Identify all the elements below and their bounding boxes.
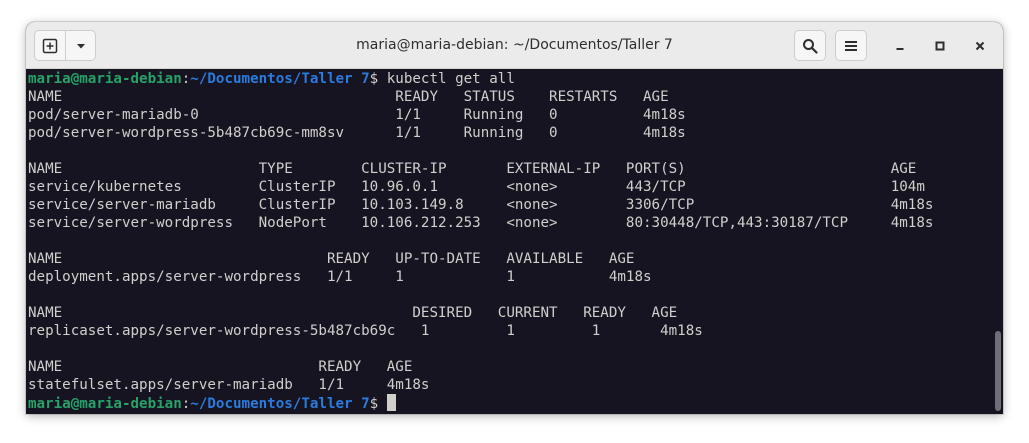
prompt-line: maria@maria-debian:~/Documentos/Taller 7… xyxy=(28,394,396,412)
output-line: service/server-mariadb ClusterIP 10.103.… xyxy=(28,197,934,213)
minimize-button[interactable] xyxy=(888,34,912,58)
prompt-separator: : xyxy=(181,396,191,412)
search-button[interactable] xyxy=(794,30,826,61)
main-menu-button[interactable] xyxy=(835,30,867,61)
text-cursor xyxy=(386,394,396,411)
scrollbar-thumb[interactable] xyxy=(995,331,1001,411)
terminal-window: maria@maria-debian: ~/Documentos/Taller … xyxy=(26,22,1003,414)
tab-button-group xyxy=(34,30,96,61)
output-line: deployment.apps/server-wordpress 1/1 1 1… xyxy=(28,269,652,285)
output-line: NAME READY AGE xyxy=(28,359,413,375)
search-icon xyxy=(803,38,818,54)
output-line: pod/server-wordpress-5b487cb69c-mm8sv 1/… xyxy=(28,125,686,141)
hamburger-menu-icon xyxy=(845,40,857,51)
prompt-user-host: maria@maria-debian xyxy=(28,396,182,412)
terminal-output[interactable]: maria@maria-debian:~/Documentos/Taller 7… xyxy=(26,69,1003,414)
new-tab-button[interactable] xyxy=(35,31,65,60)
output-line: NAME DESIRED CURRENT READY AGE xyxy=(28,305,678,321)
output-line: replicaset.apps/server-wordpress-5b487cb… xyxy=(28,323,703,339)
output-line: service/kubernetes ClusterIP 10.96.0.1 <… xyxy=(28,179,925,195)
chevron-down-icon xyxy=(76,43,85,48)
prompt-user-host: maria@maria-debian xyxy=(28,71,182,87)
maximize-icon xyxy=(935,41,945,51)
prompt-symbol: $ xyxy=(369,396,387,412)
output-line: service/server-wordpress NodePort 10.106… xyxy=(28,215,934,231)
prompt-path: ~/Documentos/Taller 7 xyxy=(190,71,370,87)
close-icon xyxy=(975,41,985,51)
prompt-separator: : xyxy=(181,71,191,87)
minimize-icon xyxy=(896,48,904,50)
output-line: pod/server-mariadb-0 1/1 Running 0 4m18s xyxy=(28,107,686,123)
output-line: NAME TYPE CLUSTER-IP EXTERNAL-IP PORT(S)… xyxy=(28,161,917,177)
output-line: NAME READY UP-TO-DATE AVAILABLE AGE xyxy=(28,251,635,267)
title-bar: maria@maria-debian: ~/Documentos/Taller … xyxy=(26,22,1003,69)
close-button[interactable] xyxy=(968,34,992,58)
prompt-path: ~/Documentos/Taller 7 xyxy=(190,396,370,412)
prompt-symbol: $ xyxy=(369,71,387,87)
output-line: statefulset.apps/server-mariadb 1/1 4m18… xyxy=(28,377,430,393)
new-tab-menu-button[interactable] xyxy=(65,31,95,60)
prompt-line: maria@maria-debian:~/Documentos/Taller 7… xyxy=(28,70,515,88)
maximize-button[interactable] xyxy=(928,34,952,58)
new-tab-icon xyxy=(42,38,58,53)
command-text: kubectl get all xyxy=(386,71,515,87)
output-line: NAME READY STATUS RESTARTS AGE xyxy=(28,89,669,105)
